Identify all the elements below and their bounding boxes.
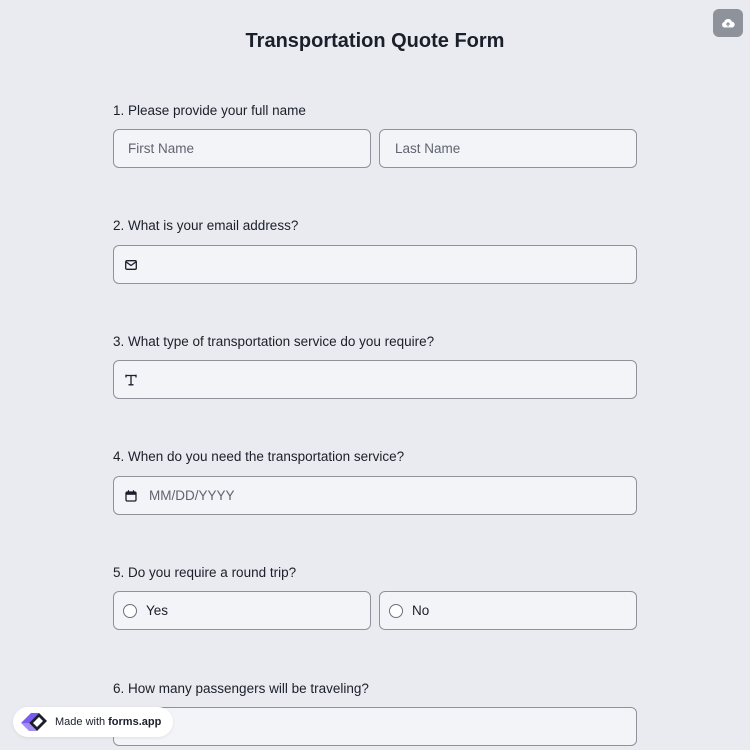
made-with-forms-app-badge[interactable]: Made with forms.app (13, 707, 174, 737)
date-input[interactable] (149, 477, 636, 514)
badge-brand-text: forms.app (108, 716, 162, 728)
round-trip-no-option[interactable]: No (379, 591, 637, 630)
first-name-field[interactable] (113, 129, 371, 168)
question-2-label: 2. What is your email address? (113, 218, 299, 233)
service-type-input[interactable] (147, 361, 636, 398)
last-name-input[interactable] (395, 130, 636, 167)
service-type-field[interactable] (113, 360, 637, 399)
question-5-label: 5. Do you require a round trip? (113, 565, 297, 580)
forms-app-logo-icon (19, 711, 49, 733)
question-4-label: 4. When do you need the transportation s… (113, 449, 405, 464)
radio-label-no: No (412, 603, 430, 618)
round-trip-yes-option[interactable]: Yes (113, 591, 371, 630)
calendar-icon (123, 488, 139, 504)
email-field[interactable] (113, 245, 637, 284)
mail-icon (123, 257, 139, 273)
last-name-field[interactable] (379, 129, 637, 168)
question-1-label: 1. Please provide your full name (113, 103, 306, 118)
question-6-label: 6. How many passengers will be traveling… (113, 681, 369, 696)
form-page: Transportation Quote Form 1. Please prov… (0, 0, 750, 750)
text-icon (123, 372, 139, 388)
first-name-input[interactable] (128, 130, 370, 167)
badge-prefix-text: Made with (55, 716, 106, 728)
passengers-field[interactable] (113, 707, 637, 746)
question-3-label: 3. What type of transportation service d… (113, 334, 435, 349)
radio-label-yes: Yes (146, 603, 169, 618)
date-field[interactable] (113, 476, 637, 515)
radio-button-yes[interactable] (123, 603, 137, 618)
form-title: Transportation Quote Form (245, 30, 505, 52)
passengers-input[interactable] (128, 708, 636, 745)
email-input[interactable] (147, 246, 636, 283)
radio-button-no[interactable] (389, 603, 403, 618)
cloud-upload-icon (721, 17, 735, 29)
